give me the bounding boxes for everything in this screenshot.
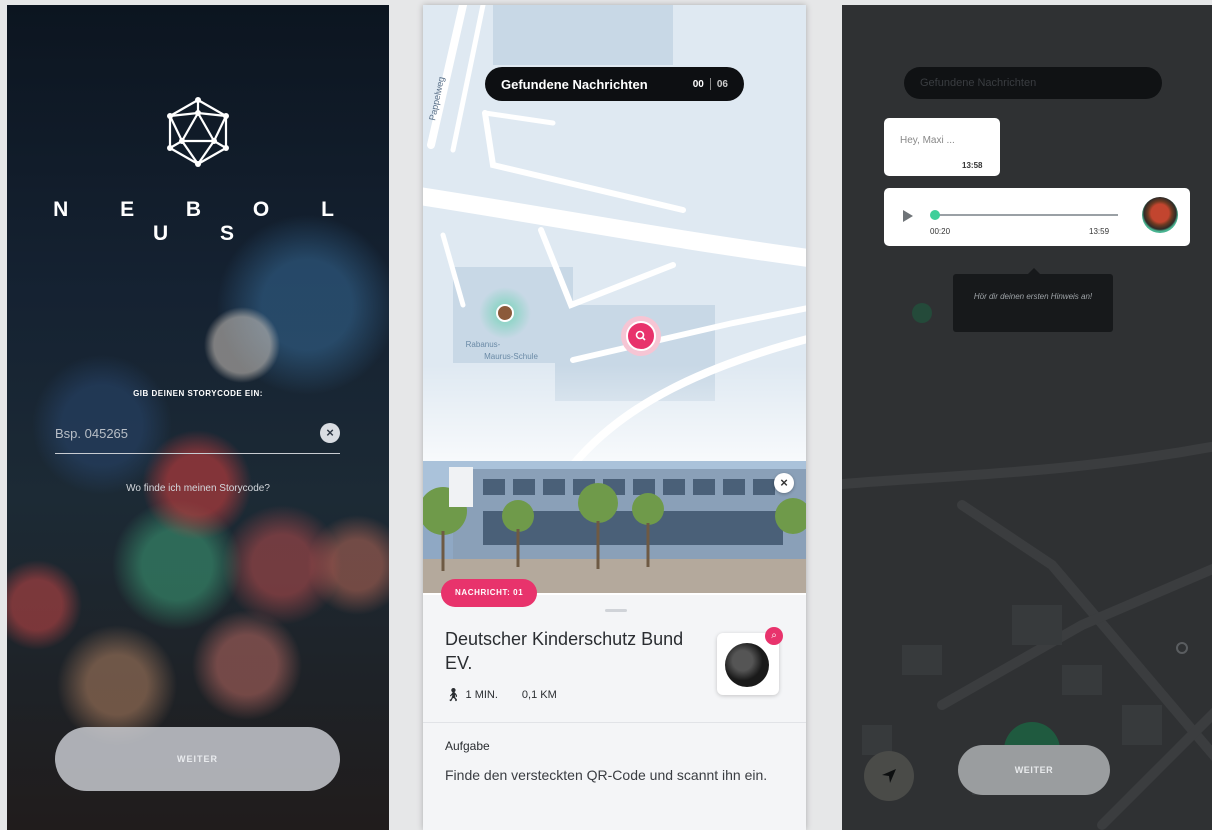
walk-time: 1 MIN.: [465, 689, 498, 701]
storycode-label: GIB DEINEN STORYCODE EIN:: [133, 389, 263, 398]
distance: 0,1 KM: [521, 689, 557, 701]
storycode-screen: N E B O L U S GIB DEINEN STORYCODE EIN: …: [7, 5, 389, 830]
audio-progress-track[interactable]: [934, 214, 1118, 216]
storycode-input[interactable]: [55, 419, 305, 447]
task-text: Finde den versteckten QR-Code und scannt…: [445, 767, 768, 783]
total-count: 06: [716, 78, 728, 90]
place-photo: [423, 461, 806, 593]
polyhedron-logo-icon: [167, 97, 229, 167]
play-icon[interactable]: [903, 210, 913, 222]
chat-overlay-screen: Gefundene Nachrichten Hey, Maxi ... 13:5…: [842, 5, 1212, 830]
clue-image: [725, 643, 769, 687]
avatar: [1142, 197, 1178, 233]
voice-message-time: 13:59: [1089, 227, 1110, 236]
map-screen: Pappelweg Rabanus- Maurus-Schule Gefunde…: [423, 5, 806, 830]
found-messages-counter: Gefundene Nachrichten 00 06: [485, 67, 744, 101]
input-underline: [55, 453, 340, 454]
place-title: Deutscher Kinderschutz Bund EV.: [445, 629, 684, 673]
found-count: 00: [692, 78, 704, 90]
continue-button[interactable]: WEITER: [55, 727, 340, 791]
school-label-line2: Maurus-Schule: [484, 352, 538, 361]
found-messages-counter-dimmed: Gefundene Nachrichten: [904, 67, 1162, 99]
chat-message-bubble: [884, 118, 1000, 176]
navigation-arrow-icon[interactable]: [864, 751, 914, 801]
school-label-line1: Rabanus-: [466, 340, 501, 349]
continue-button[interactable]: WEITER: [958, 745, 1110, 795]
place-meta: 🚶︎ 1 MIN. 0,1 KM: [445, 687, 557, 703]
user-avatar-marker[interactable]: [496, 304, 514, 322]
audio-elapsed: 00:20: [930, 227, 951, 236]
close-icon[interactable]: ×: [774, 473, 794, 493]
storycode-help-link[interactable]: Wo finde ich meinen Storycode?: [7, 483, 389, 494]
close-icon[interactable]: ×: [320, 423, 340, 443]
chat-message-text: Hey, Maxi ...: [900, 135, 955, 146]
walking-person-icon: 🚶︎: [445, 687, 462, 702]
message-marker[interactable]: [626, 321, 656, 351]
brand-name: N E B O L U S: [53, 198, 357, 245]
audio-progress-knob[interactable]: [930, 210, 940, 220]
message-number-badge: NACHRICHT: 01: [441, 579, 538, 607]
hint-tooltip: Hör dir deinen ersten Hinweis an!: [953, 274, 1113, 332]
sheet-drag-handle[interactable]: [605, 609, 627, 612]
task-label: Aufgabe: [445, 739, 490, 753]
chat-message-time: 13:58: [962, 161, 983, 170]
search-icon: ⌕: [765, 627, 783, 645]
found-messages-label: Gefundene Nachrichten: [501, 76, 648, 92]
found-messages-label: Gefundene Nachrichten: [920, 77, 1037, 89]
